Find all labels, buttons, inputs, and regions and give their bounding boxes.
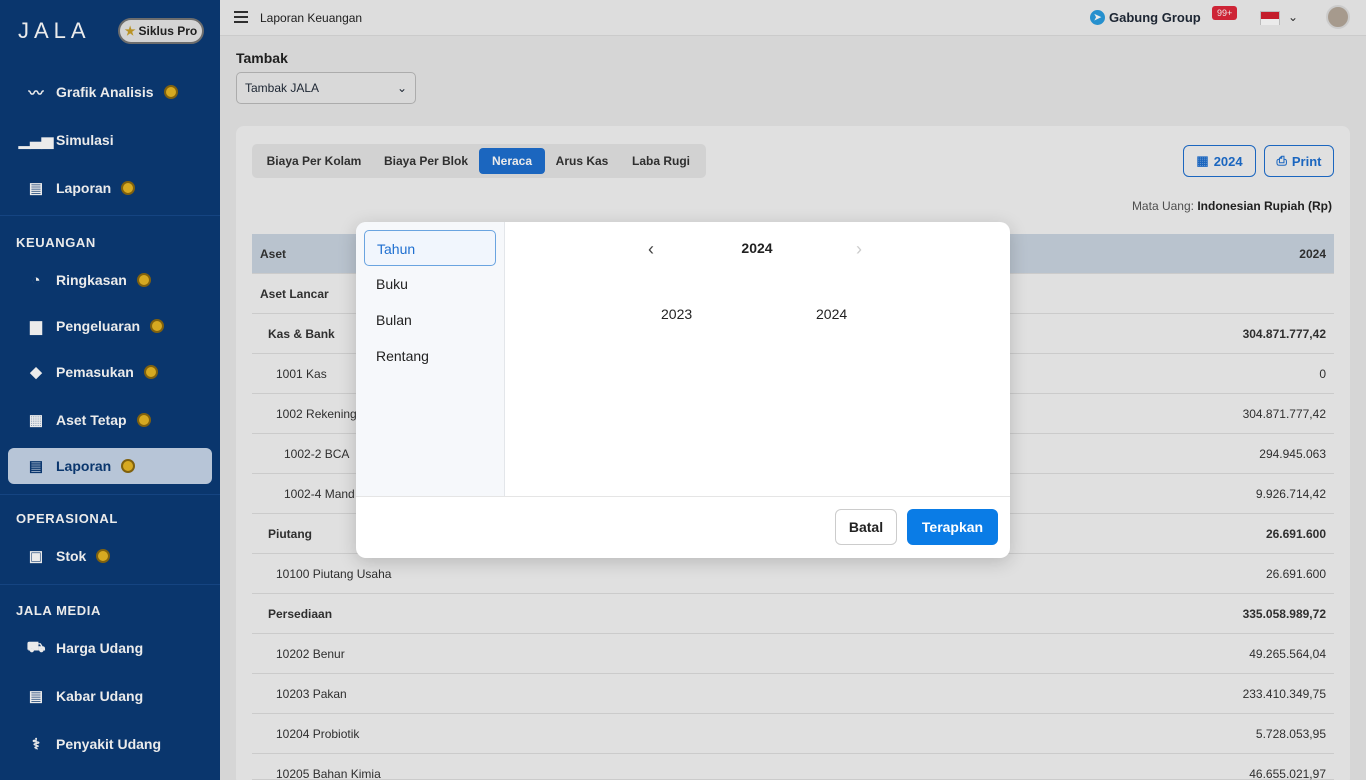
year-option-2023[interactable]: 2023 [661,306,692,322]
chevron-right-icon[interactable]: › [856,239,862,260]
apply-button[interactable]: Terapkan [907,509,998,545]
option-rentang[interactable]: Rentang [364,338,496,374]
year-option-2024[interactable]: 2024 [816,306,847,322]
option-buku[interactable]: Buku [364,266,496,302]
cancel-button[interactable]: Batal [835,509,897,545]
option-tahun[interactable]: Tahun [364,230,496,266]
chevron-left-icon[interactable]: ‹ [648,239,654,260]
current-year-label: 2024 [741,240,773,256]
period-type-list: Tahun Buku Bulan Rentang [356,222,505,496]
date-picker-modal: Tahun Buku Bulan Rentang ‹ 2024 › 2023 2… [356,222,1010,558]
option-bulan[interactable]: Bulan [364,302,496,338]
